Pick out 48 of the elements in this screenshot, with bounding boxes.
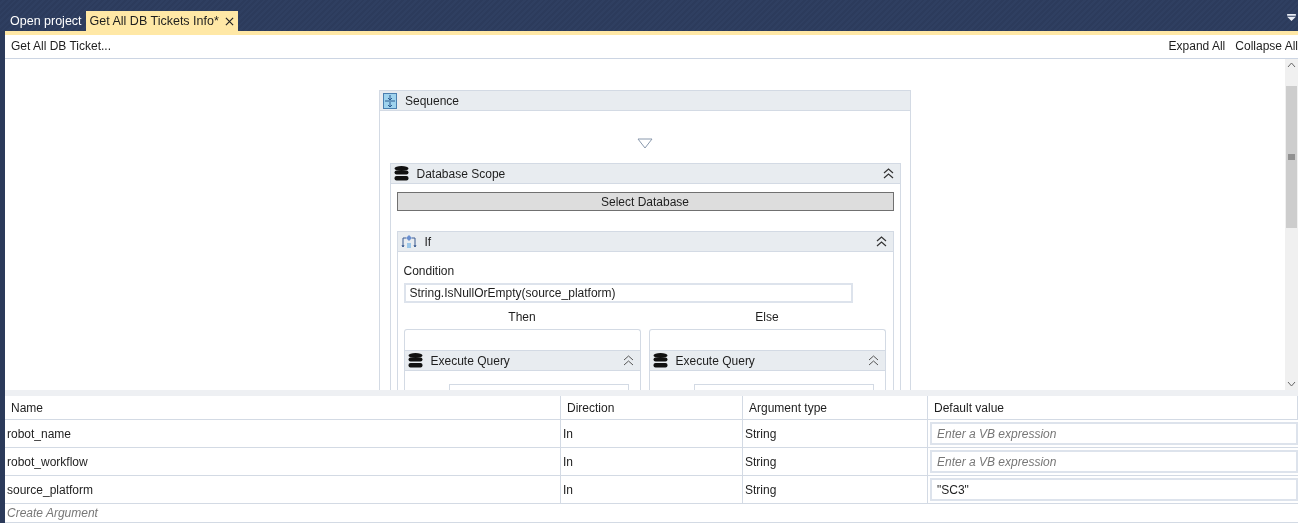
column-header[interactable]: Name: [5, 396, 561, 419]
column-header[interactable]: Argument type: [743, 396, 928, 419]
table-cell: String: [743, 448, 928, 475]
toolbar-link[interactable]: Collapse All: [1235, 39, 1298, 54]
table-cell: robot_workflow: [5, 448, 561, 475]
vertical-scrollbar[interactable]: [1285, 59, 1298, 390]
scroll-down-icon[interactable]: [1287, 381, 1296, 387]
database-icon: [652, 353, 668, 368]
table-cell: String: [743, 420, 928, 447]
table-cell: String: [743, 476, 928, 503]
branch-label: Then: [508, 310, 536, 324]
database-icon: [407, 353, 423, 368]
condition-field[interactable]: String.IsNullOrEmpty(source_platform): [403, 283, 853, 303]
branch-label: Else: [755, 310, 779, 324]
collapse-icon[interactable]: [882, 168, 894, 179]
flowchart-icon: [400, 234, 417, 249]
collapse-icon[interactable]: [867, 355, 879, 366]
table-cell: source_platform: [5, 476, 561, 503]
collapse-icon[interactable]: [622, 355, 634, 366]
expression-field[interactable]: Enter a VB expression: [930, 422, 1298, 445]
table-cell: robot_name: [5, 420, 561, 447]
scrollbar-thumb[interactable]: [1286, 86, 1297, 228]
activity-title: If: [424, 234, 433, 249]
select-database-button[interactable]: Select Database: [396, 192, 894, 211]
activity-title: Database Scope: [416, 166, 507, 181]
column-header[interactable]: Direction: [561, 396, 743, 419]
close-icon[interactable]: [224, 16, 234, 26]
table-cell: In: [561, 448, 743, 475]
field-label: Condition: [403, 264, 456, 278]
table-cell: In: [561, 420, 743, 447]
database-icon: [393, 166, 409, 181]
toolbar-link[interactable]: Expand All: [1168, 39, 1226, 54]
activity-title: Execute Query: [430, 353, 511, 368]
collapse-icon[interactable]: [875, 236, 887, 247]
sequence-icon: [383, 92, 397, 109]
activity-title: Execute Query: [675, 353, 756, 368]
drop-arrow-icon: [637, 138, 653, 149]
scroll-up-icon[interactable]: [1287, 62, 1296, 68]
create-argument-link[interactable]: Create Argument: [5, 506, 98, 520]
activity-title: Sequence: [405, 93, 461, 108]
dropdown-icon[interactable]: [1287, 14, 1296, 21]
column-header[interactable]: Default value: [928, 396, 1298, 419]
document-tab[interactable]: Open project: [6, 11, 86, 31]
expression-field[interactable]: Enter a VB expression: [930, 450, 1298, 473]
expression-field[interactable]: "SC3": [930, 478, 1298, 501]
table-cell: In: [561, 476, 743, 503]
breadcrumb[interactable]: Get All DB Ticket...: [11, 39, 112, 54]
document-tab[interactable]: Get All DB Tickets Info*: [85, 11, 238, 31]
